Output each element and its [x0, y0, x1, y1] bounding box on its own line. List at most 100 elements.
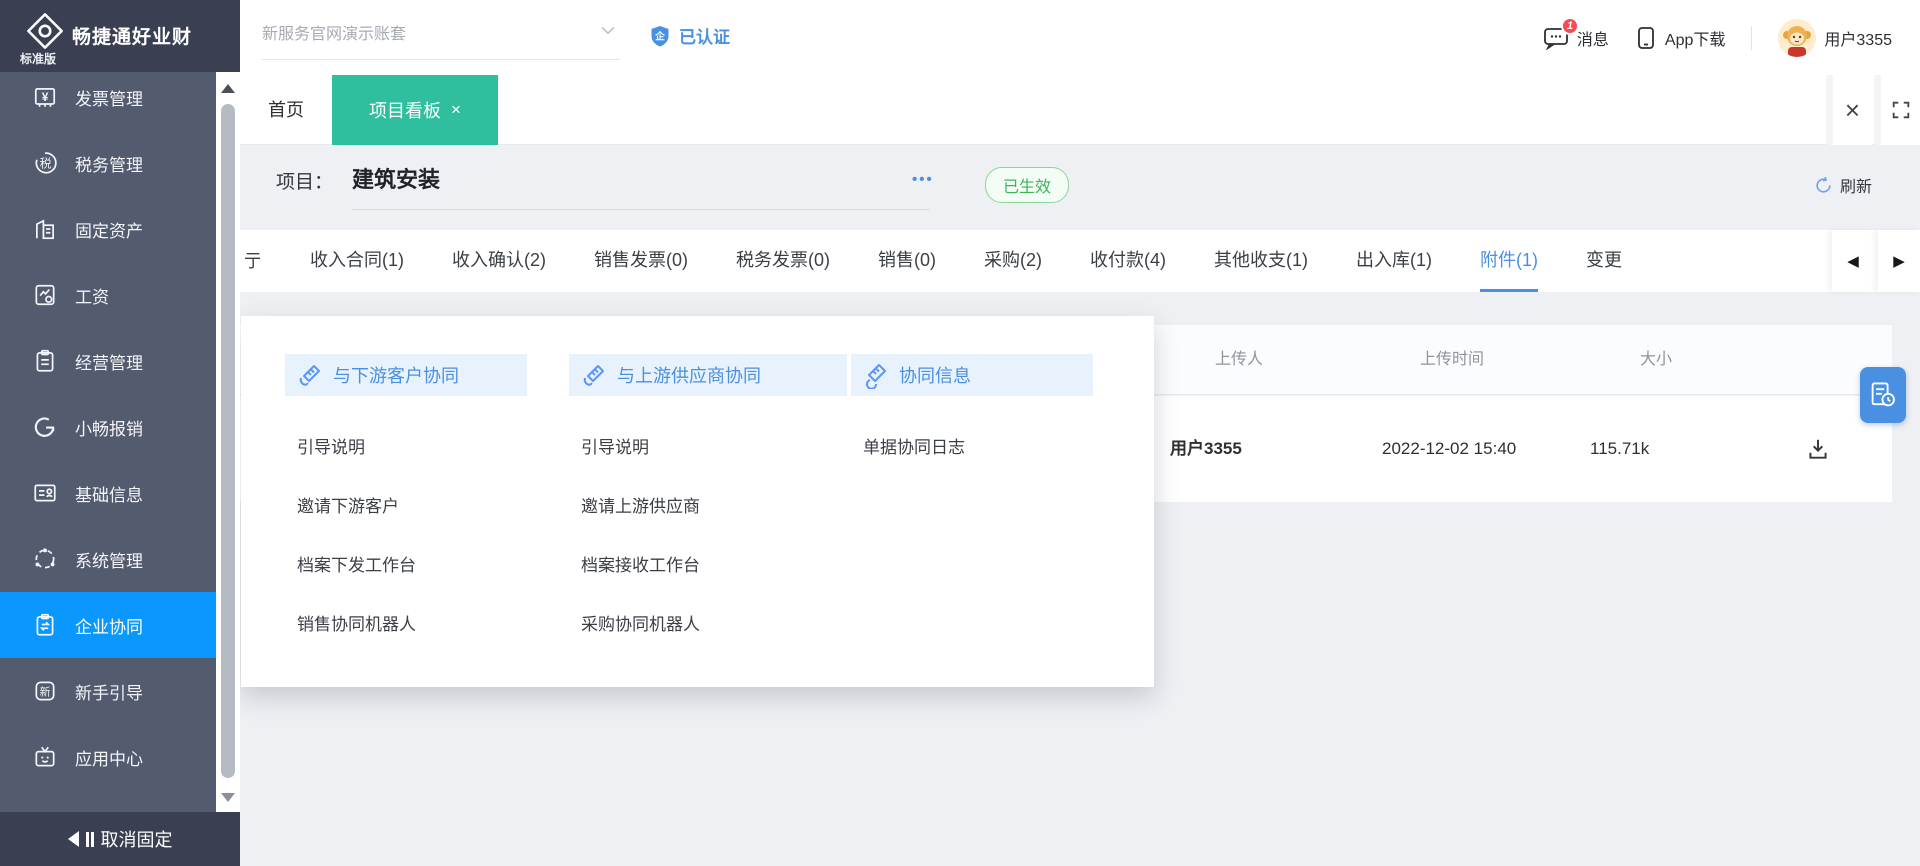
sidebar-item-label: 固定资产 [75, 221, 143, 241]
system-icon [32, 546, 58, 572]
sidebar-item-reimburse[interactable]: 小畅报销 [0, 394, 216, 460]
more-button[interactable]: ••• [912, 171, 934, 188]
refresh-icon [1816, 176, 1831, 193]
handshake-icon [866, 364, 886, 389]
col-uploader: 上传人 [1215, 351, 1264, 368]
scroll-down-icon[interactable] [221, 793, 235, 802]
collapse-arrow-icon [67, 831, 79, 847]
invoice-icon: ¥ [32, 84, 58, 110]
tab-project-board[interactable]: 项目看板 × [332, 75, 498, 145]
subtab-payments[interactable]: 收付款(4) [1090, 230, 1166, 292]
sidebar-item-base-info[interactable]: 基础信息 [0, 460, 216, 526]
subtab-list: 收入合同(1) 收入确认(2) 销售发票(0) 税务发票(0) 销售(0) 采购… [310, 230, 1822, 292]
app-download-label: App下载 [1664, 31, 1726, 49]
topbar-right: 1 消息 App下载 用户3355 [1543, 0, 1892, 75]
collab-mega-menu: 与下游客户协同 与上游供应商协同 协同信息 引导说明 邀请下游客户 档案下发工作… [241, 316, 1154, 687]
sidebar-item-collab[interactable]: 企业协同 [0, 592, 216, 658]
sidebar-item-label: 应用中心 [75, 749, 143, 769]
reimburse-icon [32, 414, 58, 440]
sidebar-item-system[interactable]: 系统管理 [0, 526, 216, 592]
cell-size: 115.71k [1590, 439, 1650, 458]
subtab-income-confirm[interactable]: 收入确认(2) [452, 230, 546, 292]
account-selector[interactable]: 新服务官网演示账套 [262, 20, 620, 60]
handshake-icon [299, 365, 320, 386]
menu-item-invite-downstream[interactable]: 邀请下游客户 [297, 477, 416, 536]
sidebar-item-label: 企业协同 [75, 617, 143, 637]
subtab-income-contract[interactable]: 收入合同(1) [310, 230, 404, 292]
subtab-purchase[interactable]: 采购(2) [984, 230, 1042, 292]
user-menu[interactable]: 用户3355 [1778, 18, 1892, 57]
project-label: 项目： [276, 172, 334, 193]
subtab-tax-invoice[interactable]: 税务发票(0) [736, 230, 830, 292]
sidebar-item-label: 发票管理 [75, 89, 143, 109]
unpin-sidebar-button[interactable]: 取消固定 [0, 812, 240, 866]
subtab-sales[interactable]: 销售(0) [878, 230, 936, 292]
subtab-inout[interactable]: 出入库(1) [1356, 230, 1432, 292]
base-info-icon [32, 480, 58, 506]
menu-item-archive-receive[interactable]: 档案接收工作台 [581, 536, 700, 595]
subtab-attachments[interactable]: 附件(1) [1480, 230, 1538, 292]
account-selector-value: 新服务官网演示账套 [262, 26, 407, 43]
megamenu-header-downstream[interactable]: 与下游客户协同 [285, 354, 527, 396]
avatar [1778, 18, 1817, 57]
refresh-button[interactable]: 刷新 [1814, 173, 1872, 197]
menu-item-purchase-robot[interactable]: 采购协同机器人 [581, 595, 700, 654]
megamenu-header-upstream[interactable]: 与上游供应商协同 [569, 354, 847, 396]
sidebar-item-guide[interactable]: 新 新手引导 [0, 658, 216, 724]
messages-button[interactable]: 1 消息 [1543, 16, 1609, 50]
col-upload-time: 上传时间 [1420, 351, 1485, 368]
sidebar-item-label: 小畅报销 [75, 419, 143, 439]
brand-name: 畅捷通好业财 [72, 27, 193, 48]
subtab-scroll-left-icon[interactable]: ◀ [1832, 230, 1874, 292]
sidebar-item-business[interactable]: 经营管理 [0, 328, 216, 394]
scrollbar-thumb[interactable] [221, 104, 235, 778]
svg-text:新: 新 [40, 684, 51, 698]
fullscreen-button[interactable] [1874, 75, 1920, 145]
sidebar-item-label: 经营管理 [75, 353, 143, 373]
collapse-bars-icon [85, 831, 94, 847]
sidebar-scrollbar[interactable] [216, 72, 240, 812]
cell-uploader: 用户3355 [1170, 439, 1242, 458]
fixed-assets-icon [32, 216, 58, 242]
menu-item-doc-collab-log[interactable]: 单据协同日志 [863, 418, 965, 477]
menu-item-guide-downstream[interactable]: 引导说明 [297, 418, 416, 477]
menu-item-invite-upstream[interactable]: 邀请上游供应商 [581, 477, 700, 536]
sidebar-item-tax[interactable]: 税 税务管理 [0, 130, 216, 196]
close-view-button[interactable]: × [1826, 75, 1872, 145]
app-root: 畅捷通好业财 标准版 ¥ 发票管理 税 税务管理 固定资产 工资 经营管理 小畅… [0, 0, 1920, 866]
sidebar-item-label: 工资 [75, 287, 109, 307]
subtab-other[interactable]: 其他收支(1) [1214, 230, 1308, 292]
doc-clock-icon [1871, 382, 1895, 407]
tab-close-icon[interactable]: × [451, 100, 461, 120]
collab-log-button[interactable] [1860, 367, 1906, 423]
shield-icon: 企 [648, 24, 672, 48]
megamenu-header-collab-info[interactable]: 协同信息 [851, 354, 1093, 396]
sidebar-item-label: 系统管理 [75, 551, 143, 571]
scroll-up-icon[interactable] [221, 84, 235, 93]
subtab-partial[interactable]: 亍 [244, 230, 260, 292]
subtab-sales-invoice[interactable]: 销售发票(0) [594, 230, 688, 292]
main-content: 项目： 建筑安装 ••• 已生效 刷新 亍 收入合同(1) 收入确认(2) 销售… [240, 145, 1920, 866]
guide-icon: 新 [32, 678, 58, 704]
menu-item-archive-dispatch[interactable]: 档案下发工作台 [297, 536, 416, 595]
sidebar-item-fixed-assets[interactable]: 固定资产 [0, 196, 216, 262]
download-button[interactable] [1805, 436, 1831, 462]
sidebar-item-salary[interactable]: 工资 [0, 262, 216, 328]
tab-home[interactable]: 首页 [240, 75, 332, 145]
status-badge: 已生效 [985, 167, 1070, 203]
megamenu-col-downstream: 引导说明 邀请下游客户 档案下发工作台 销售协同机器人 [297, 418, 416, 654]
sidebar-item-label: 基础信息 [75, 485, 143, 505]
sidebar-item-app-center[interactable]: 应用中心 [0, 724, 216, 790]
svg-text:企: 企 [654, 30, 665, 42]
menu-item-sales-robot[interactable]: 销售协同机器人 [297, 595, 416, 654]
handshake-icon [583, 365, 604, 386]
sidebar-item-invoice[interactable]: ¥ 发票管理 [0, 64, 216, 130]
subtab-scroll-right-icon[interactable]: ▶ [1878, 230, 1920, 292]
verified-label: 已认证 [679, 28, 730, 47]
svg-text:¥: ¥ [42, 90, 49, 104]
app-download-button[interactable]: App下载 [1635, 26, 1725, 50]
collab-icon [32, 612, 58, 638]
menu-item-guide-upstream[interactable]: 引导说明 [581, 418, 700, 477]
chevron-down-icon [598, 20, 618, 40]
subtab-change[interactable]: 变更 [1586, 230, 1622, 292]
